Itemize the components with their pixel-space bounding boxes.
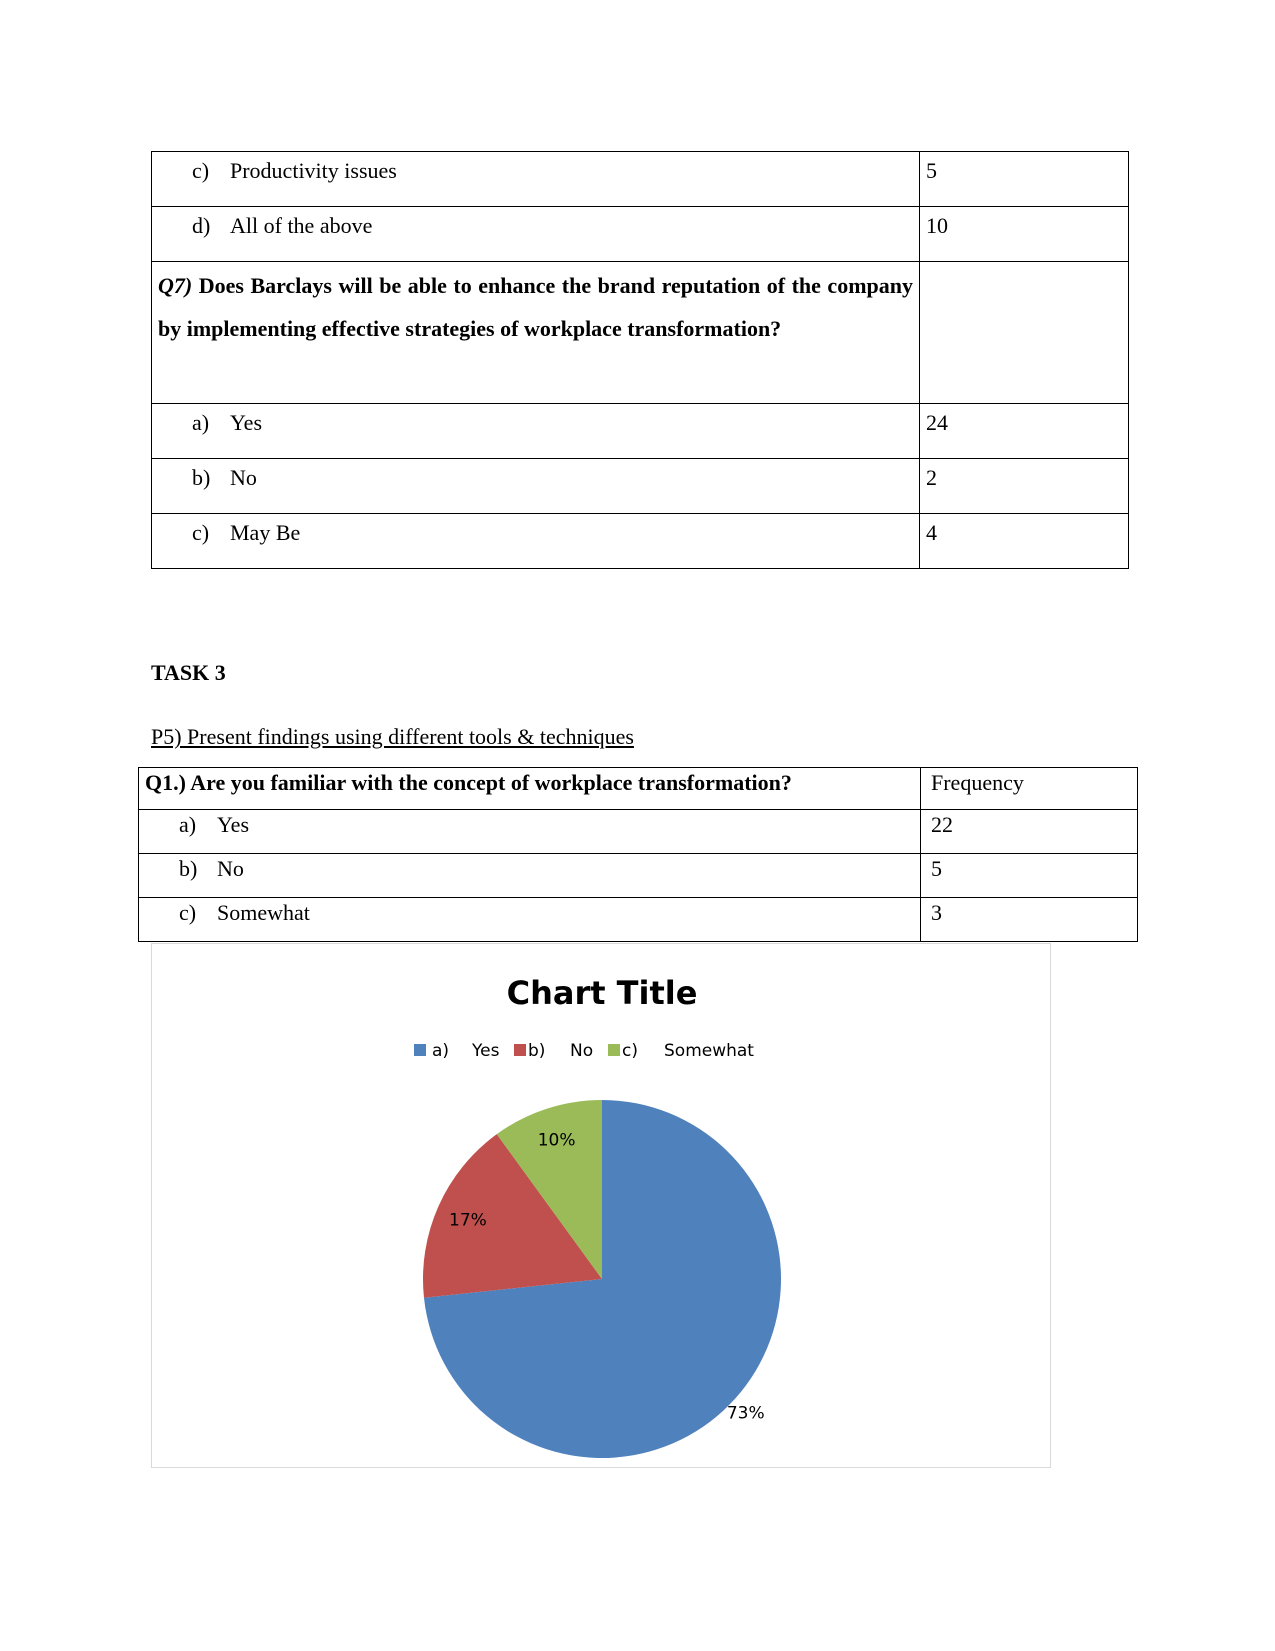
option-value: 24 xyxy=(919,403,1129,459)
option-letter: d) xyxy=(192,213,211,238)
option-value: 22 xyxy=(920,809,1138,854)
table-row: b) No 2 xyxy=(151,458,1129,514)
header-row: Q1.) Are you familiar with the concept o… xyxy=(138,767,1138,810)
option-letter: b) xyxy=(192,465,211,490)
legend-label: Somewhat xyxy=(664,1041,754,1061)
option-label: Productivity issues xyxy=(230,158,397,183)
option-label: May Be xyxy=(230,520,301,545)
option-label: All of the above xyxy=(230,213,373,238)
question-number: Q7) xyxy=(158,273,193,298)
table-row: a) Yes 24 xyxy=(151,403,1129,459)
option-label: Somewhat xyxy=(217,900,310,925)
legend-key: a) xyxy=(432,1041,449,1061)
question-q1: Q1.) Are you familiar with the concept o… xyxy=(138,767,921,810)
option-value: 10 xyxy=(919,206,1129,262)
option-label: Yes xyxy=(217,812,250,837)
task-heading: TASK 3 xyxy=(151,660,226,685)
option-letter: b) xyxy=(179,856,198,881)
legend-swatch xyxy=(608,1044,620,1056)
frequency-header: Frequency xyxy=(920,767,1138,810)
legend-swatch xyxy=(414,1044,426,1056)
table-row: c) Productivity issues 5 xyxy=(151,151,1129,207)
pie-chart: Chart Title a) Yes b) No c) Somewhat 73% 17% 10… xyxy=(151,943,1051,1468)
option-label: No xyxy=(217,856,244,881)
option-value: 3 xyxy=(920,897,1138,942)
option-letter: c) xyxy=(192,520,210,545)
table-row: d) All of the above 10 xyxy=(151,206,1129,262)
legend-swatch xyxy=(514,1044,526,1056)
option-letter: a) xyxy=(179,812,197,837)
subheading: P5) Present findings using different too… xyxy=(151,724,634,749)
question-text: Does Barclays will be able to enhance th… xyxy=(158,273,913,341)
chart-title: Chart Title xyxy=(507,974,698,1012)
option-label: No xyxy=(230,465,257,490)
table-row: b) No 5 xyxy=(138,853,1138,898)
question-q7: Q7) Does Barclays will be able to enhanc… xyxy=(151,261,920,404)
option-letter: c) xyxy=(192,158,210,183)
option-value: 5 xyxy=(919,151,1129,207)
document-page: c) Productivity issues 5 d) All of the abov… xyxy=(0,0,1275,1651)
option-label: Yes xyxy=(230,410,263,435)
option-letter: a) xyxy=(192,410,210,435)
legend-label: No xyxy=(570,1041,593,1061)
table-row: a) Yes 22 xyxy=(138,809,1138,854)
legend-key: c) xyxy=(622,1041,638,1061)
chart-legend: a) Yes b) No c) Somewhat xyxy=(414,1041,754,1061)
legend-key: b) xyxy=(528,1041,545,1061)
pie-chart-svg: Chart Title a) Yes b) No c) Somewhat 73% 17% 10… xyxy=(414,974,782,1458)
survey-table-q1: Q1.) Are you familiar with the concept o… xyxy=(138,767,1138,942)
option-value: 2 xyxy=(919,458,1129,514)
option-value: 5 xyxy=(920,853,1138,898)
pie-data-label: 10% xyxy=(538,1130,576,1150)
pie-data-label: 17% xyxy=(449,1210,487,1230)
table-row: c) Somewhat 3 xyxy=(138,897,1138,942)
option-letter: c) xyxy=(179,900,197,925)
question-row: Q7) Does Barclays will be able to enhanc… xyxy=(151,261,1129,404)
survey-table-q7: c) Productivity issues 5 d) All of the abov… xyxy=(151,151,1129,569)
option-value: 4 xyxy=(919,513,1129,569)
pie-data-label: 73% xyxy=(727,1403,765,1423)
table-row: c) May Be 4 xyxy=(151,513,1129,569)
legend-label: Yes xyxy=(471,1041,500,1061)
empty-cell xyxy=(919,261,1129,404)
